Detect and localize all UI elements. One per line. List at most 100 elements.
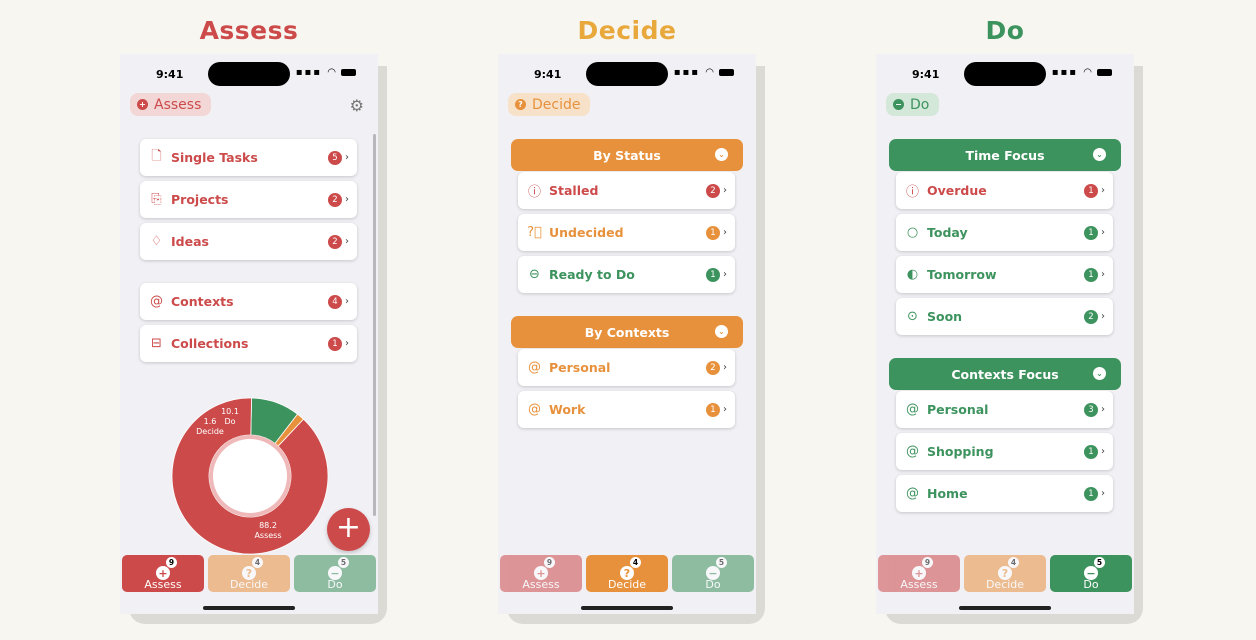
row-label: Home [927,486,968,501]
gear-icon[interactable]: ⚙ [350,96,364,115]
view-pill-assess[interactable]: + Assess [130,93,212,116]
tab-do[interactable]: − 5 Do [1050,555,1132,592]
tab-label: Assess [522,578,560,591]
chevron-right-icon: › [723,185,727,196]
tab-count: 5 [716,557,727,568]
list-item-soon[interactable]: ⊙ Soon 2 › [896,298,1113,335]
count-badge: 1 [706,267,720,282]
chevron-down-icon[interactable]: ⌄ [1093,367,1106,380]
count-badge: 1 [1084,444,1098,459]
add-button[interactable]: + [327,508,370,551]
exclamation-circle-icon: ⓘ [527,185,541,200]
list-item-stalled[interactable]: ⓘ Stalled 2 › [518,172,735,209]
count-badge: 1 [706,225,720,240]
tab-count: 9 [166,557,177,568]
scrollbar[interactable] [373,134,376,516]
slice-label-assess-name: Assess [254,531,281,540]
count-badge: 5 [328,150,342,165]
heading-assess: Assess [199,16,299,45]
list-item-ideas[interactable]: ♢ Ideas 2 › [140,223,357,260]
wifi-icon: ◠ [327,67,338,78]
count-badge: 1 [1084,267,1098,282]
documents-icon: ⎘ [151,192,162,207]
chevron-down-icon[interactable]: ⌄ [715,148,728,161]
chevron-right-icon: › [1101,446,1105,457]
battery-icon [1097,68,1112,76]
tab-count: 4 [630,557,641,568]
list-item-ready-to-do[interactable]: ⊖ Ready to Do 1 › [518,256,735,293]
at-icon: @ [906,402,919,417]
view-pill-do[interactable]: − Do [886,93,940,116]
section-header-by-contexts[interactable]: By Contexts ⌄ [511,316,743,348]
count-badge: 1 [1084,486,1098,501]
at-icon: @ [906,444,919,459]
chevron-down-icon[interactable]: ⌄ [715,325,728,338]
tab-assess[interactable]: + 9 Assess [878,555,960,592]
tab-decide[interactable]: ? 4 Decide [964,555,1046,592]
tab-assess[interactable]: + 9 Assess [122,555,204,592]
list-item-home[interactable]: @ Home 1 › [896,475,1113,512]
chevron-right-icon: › [1101,488,1105,499]
slice-label-decide-name: Decide [196,427,224,436]
list-item-overdue[interactable]: ⓘ Overdue 1 › [896,172,1113,209]
list-item-projects[interactable]: ⎘ Projects 2 › [140,181,357,218]
list-item-personal[interactable]: @ Personal 3 › [896,391,1113,428]
tab-decide[interactable]: ? 4 Decide [208,555,290,592]
list-item-work[interactable]: @ Work 1 › [518,391,735,428]
document-icon: 🗋 [151,148,162,164]
count-badge: 2 [706,183,720,198]
home-indicator [581,606,673,610]
chevron-right-icon: › [1101,269,1105,280]
tab-label: Do [705,578,721,591]
row-label: Contexts [171,294,234,309]
question-circle-icon: ?⃝ [527,225,542,240]
heading-do: Do [985,16,1025,45]
tab-decide[interactable]: ? 4 Decide [586,555,668,592]
list-item-shopping[interactable]: @ Shopping 1 › [896,433,1113,470]
phone-do: 9:41 ▪▪▪ ◠ − Do Time Focus ⌄ ⓘ Overdue 1… [876,54,1134,614]
list-item-personal[interactable]: @ Personal 2 › [518,349,735,386]
list-item-tomorrow[interactable]: ◐ Tomorrow 1 › [896,256,1113,293]
status-time: 9:41 [156,68,184,81]
count-badge: 1 [328,336,342,351]
list-item-today[interactable]: ○ Today 1 › [896,214,1113,251]
battery-icon [341,68,356,76]
lightbulb-icon: ♢ [150,234,163,249]
row-label: Personal [549,360,611,375]
tab-label: Assess [144,578,182,591]
dynamic-island [964,62,1046,86]
row-label: Tomorrow [927,267,997,282]
tab-label: Decide [985,578,1025,591]
row-label: Stalled [549,183,599,198]
row-label: Personal [927,402,989,417]
tab-label: Decide [607,578,647,591]
tray-icon: ⊟ [151,336,162,351]
half-circle-icon: ◐ [906,267,919,282]
section-header-contexts-focus[interactable]: Contexts Focus ⌄ [889,358,1121,390]
signal-icon: ▪▪▪ [1051,67,1079,78]
row-label: Work [549,402,586,417]
phone-assess: 9:41 ▪▪▪ ◠ + Assess ⚙ 🗋 Single Tasks 5 ›… [120,54,378,614]
at-icon: @ [906,486,919,501]
list-item-collections[interactable]: ⊟ Collections 1 › [140,325,357,362]
row-label: Projects [171,192,229,207]
list-item-contexts[interactable]: @ Contexts 4 › [140,283,357,320]
tab-do[interactable]: − 5 Do [294,555,376,592]
battery-icon [719,68,734,76]
section-title: Time Focus [965,147,1045,163]
chevron-right-icon: › [1101,227,1105,238]
section-header-by-status[interactable]: By Status ⌄ [511,139,743,171]
list-item-undecided[interactable]: ?⃝ Undecided 1 › [518,214,735,251]
count-badge: 2 [328,192,342,207]
status-icons: ▪▪▪ ◠ [674,67,734,78]
row-label: Undecided [549,225,624,240]
count-badge: 3 [1084,402,1098,417]
chevron-down-icon[interactable]: ⌄ [1093,148,1106,161]
section-header-time-focus[interactable]: Time Focus ⌄ [889,139,1121,171]
list-item-single-tasks[interactable]: 🗋 Single Tasks 5 › [140,139,357,176]
view-pill-decide[interactable]: ? Decide [508,93,591,116]
tab-assess[interactable]: + 9 Assess [500,555,582,592]
tab-do[interactable]: − 5 Do [672,555,754,592]
slice-label-do-name: Do [224,417,235,426]
circle-icon: ○ [906,225,919,240]
